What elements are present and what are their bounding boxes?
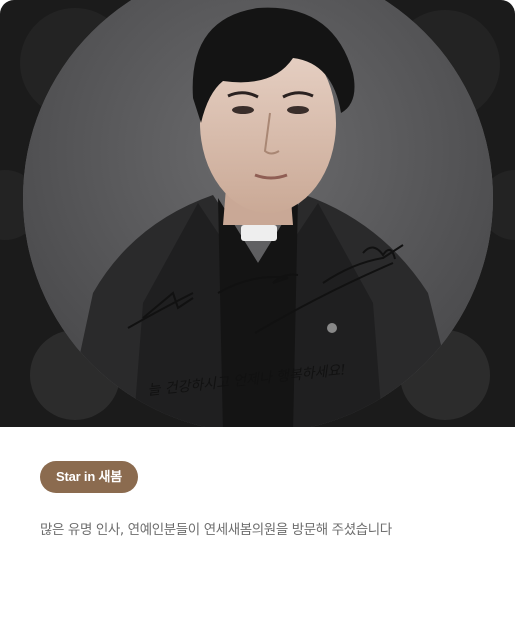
card-description: 많은 유명 인사, 연예인분들이 연세새봄의원을 방문해 주셨습니다 — [40, 522, 392, 538]
star-card[interactable]: 늘 건강하시고 언제나 행복하세요! Star in 새봄 많은 유명 인사, … — [0, 0, 515, 622]
category-badge[interactable]: Star in 새봄 — [40, 461, 138, 493]
clerical-collar — [241, 225, 277, 241]
portrait-illustration: 늘 건강하시고 언제나 행복하세요! — [23, 0, 493, 427]
hero-image-area: 늘 건강하시고 언제나 행복하세요! — [0, 0, 515, 427]
card-body: Star in 새봄 많은 유명 인사, 연예인분들이 연세새봄의원을 방문해 … — [0, 427, 515, 538]
celebrity-portrait-image: 늘 건강하시고 언제나 행복하세요! — [23, 0, 493, 427]
